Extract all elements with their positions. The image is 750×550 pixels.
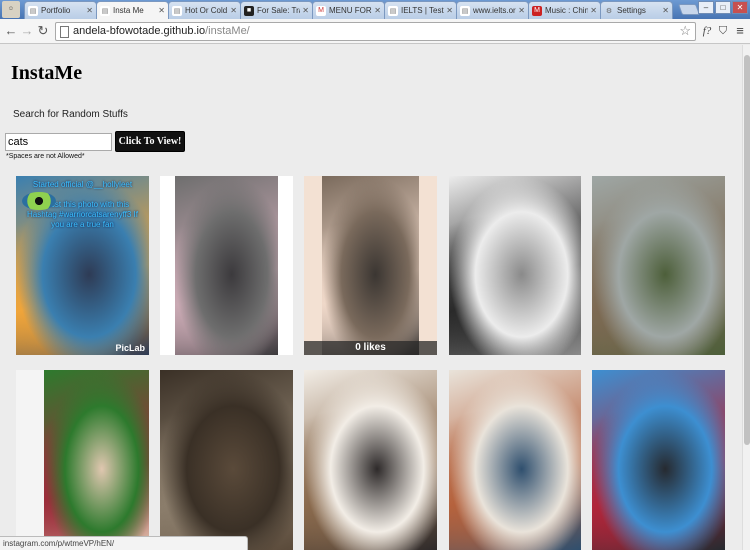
image-tile-cat-repost-promo[interactable]: Started official @__hollyleet Repost thi… xyxy=(16,176,149,355)
likes-bar: 0 likes xyxy=(304,341,437,355)
document-icon: ▤ xyxy=(172,5,182,16)
tab-title: For Sale: Tra xyxy=(257,6,301,15)
window-controls: – □ ✕ xyxy=(698,1,748,14)
tab-5[interactable]: ▤ IELTS | Test ✕ xyxy=(384,1,457,19)
image-tile-two-figures-bw[interactable] xyxy=(449,176,581,355)
likes-count: 0 likes xyxy=(355,342,386,353)
close-window-icon[interactable]: ✕ xyxy=(732,1,748,14)
close-tab-icon[interactable]: ✕ xyxy=(230,6,237,15)
dark-square-icon: ■ xyxy=(244,5,254,16)
new-tab-button[interactable] xyxy=(677,4,701,15)
tab-list: ▤ Portfolio ✕ ▤ Insta Me ✕ ▤ Hot Or Cold ✕ ■ For S… xyxy=(24,1,673,19)
maximize-icon[interactable]: □ xyxy=(715,1,731,14)
address-url: andela-bfowotade.github.io/instaMe/ xyxy=(73,25,250,37)
page-title: InstaMe xyxy=(11,62,83,84)
profile-avatar[interactable]: ☺ xyxy=(2,1,20,18)
cat-eye-graphic xyxy=(22,192,56,210)
close-tab-icon[interactable]: ✕ xyxy=(662,6,669,15)
tab-2[interactable]: ▤ Hot Or Cold ✕ xyxy=(168,1,241,19)
tab-title: IELTS | Test xyxy=(401,6,444,15)
photo xyxy=(592,370,725,550)
gear-icon: ⚙ xyxy=(605,7,613,15)
tab-7[interactable]: M Music : Chin ✕ xyxy=(528,1,601,19)
tab-4[interactable]: M MENU FOR ✕ xyxy=(312,1,385,19)
click-to-view-button[interactable]: Click To View! xyxy=(115,131,185,152)
image-tile-cat-with-plush-toy[interactable] xyxy=(592,370,725,550)
browser-toolbar: ← → ↻ andela-bfowotade.github.io/instaMe… xyxy=(0,19,750,44)
document-icon: ▤ xyxy=(460,5,470,16)
close-tab-icon[interactable]: ✕ xyxy=(446,6,453,15)
tab-title: Music : Chin xyxy=(545,6,589,15)
close-tab-icon[interactable]: ✕ xyxy=(86,6,93,15)
shield-extension-icon[interactable]: ⛉ xyxy=(716,23,730,39)
page-scrollbar[interactable] xyxy=(742,45,750,550)
bookmark-star-icon[interactable]: ☆ xyxy=(679,23,691,39)
tab-title: www.ielts.org xyxy=(473,6,517,15)
tab-3[interactable]: ■ For Sale: Tra ✕ xyxy=(240,1,313,19)
photo xyxy=(449,370,581,550)
menu-icon[interactable]: ≡ xyxy=(733,23,747,39)
gmail-icon: M xyxy=(316,5,326,16)
close-tab-icon[interactable]: ✕ xyxy=(590,6,597,15)
reload-icon[interactable]: ↻ xyxy=(35,23,51,39)
back-icon[interactable]: ← xyxy=(3,23,19,39)
image-tile-cat-on-chair[interactable]: 0 likes xyxy=(304,176,437,355)
close-tab-icon[interactable]: ✕ xyxy=(302,6,309,15)
photo xyxy=(449,176,581,355)
tab-title: MENU FOR xyxy=(329,6,372,15)
tab-0[interactable]: ▤ Portfolio ✕ xyxy=(24,1,97,19)
image-tile-tabby-cat-indoors[interactable] xyxy=(160,370,293,550)
tab-title: Settings xyxy=(617,6,646,15)
tab-title: Hot Or Cold xyxy=(185,6,228,15)
close-tab-icon[interactable]: ✕ xyxy=(158,6,165,15)
font-extension-icon[interactable]: f? xyxy=(700,23,714,39)
tab-6[interactable]: ▤ www.ielts.org ✕ xyxy=(456,1,529,19)
page-content: InstaMe Search for Random Stuffs Click T… xyxy=(0,45,742,550)
red-square-icon: M xyxy=(532,5,542,16)
tab-8[interactable]: ⚙ Settings ✕ xyxy=(600,1,673,19)
photo xyxy=(304,370,437,550)
image-tile-girls-wrapping-gifts[interactable] xyxy=(449,370,581,550)
image-tile-woman-with-kitten[interactable] xyxy=(16,370,149,550)
close-tab-icon[interactable]: ✕ xyxy=(374,6,381,15)
image-tile-calico-cat-closeup[interactable] xyxy=(304,370,437,550)
photo xyxy=(322,176,419,355)
document-icon: ▤ xyxy=(28,5,38,16)
tab-title: Insta Me xyxy=(113,6,144,15)
close-tab-icon[interactable]: ✕ xyxy=(518,6,525,15)
photo xyxy=(160,370,293,550)
photo xyxy=(175,176,278,355)
forward-icon[interactable]: → xyxy=(19,23,35,39)
minimize-icon[interactable]: – xyxy=(698,1,714,14)
photo xyxy=(44,370,149,550)
image-tile-cat-on-roof[interactable] xyxy=(592,176,725,355)
tab-strip: ☺ ▤ Portfolio ✕ ▤ Insta Me ✕ ▤ Hot Or Cold ✕ ■ For… xyxy=(0,0,750,19)
search-label: Search for Random Stuffs xyxy=(13,109,128,120)
url-path: /instaMe/ xyxy=(205,25,250,37)
page-icon xyxy=(60,26,69,38)
document-icon: ▤ xyxy=(100,5,110,16)
spaces-note: *Spaces are not Allowed* xyxy=(6,153,85,160)
status-bar: instagram.com/p/wtmeVP/hEN/ xyxy=(0,536,248,550)
address-bar[interactable]: andela-bfowotade.github.io/instaMe/ ☆ xyxy=(55,22,696,41)
search-input[interactable] xyxy=(5,133,112,151)
tab-1[interactable]: ▤ Insta Me ✕ xyxy=(96,1,169,19)
document-icon: ▤ xyxy=(388,5,398,16)
image-tile-two-grey-cats[interactable] xyxy=(160,176,293,355)
photo xyxy=(592,176,725,355)
url-host: andela-bfowotade.github.io xyxy=(73,25,206,37)
scrollbar-thumb[interactable] xyxy=(744,55,750,445)
tab-title: Portfolio xyxy=(41,6,71,15)
credit-label: PicLab xyxy=(115,343,145,353)
